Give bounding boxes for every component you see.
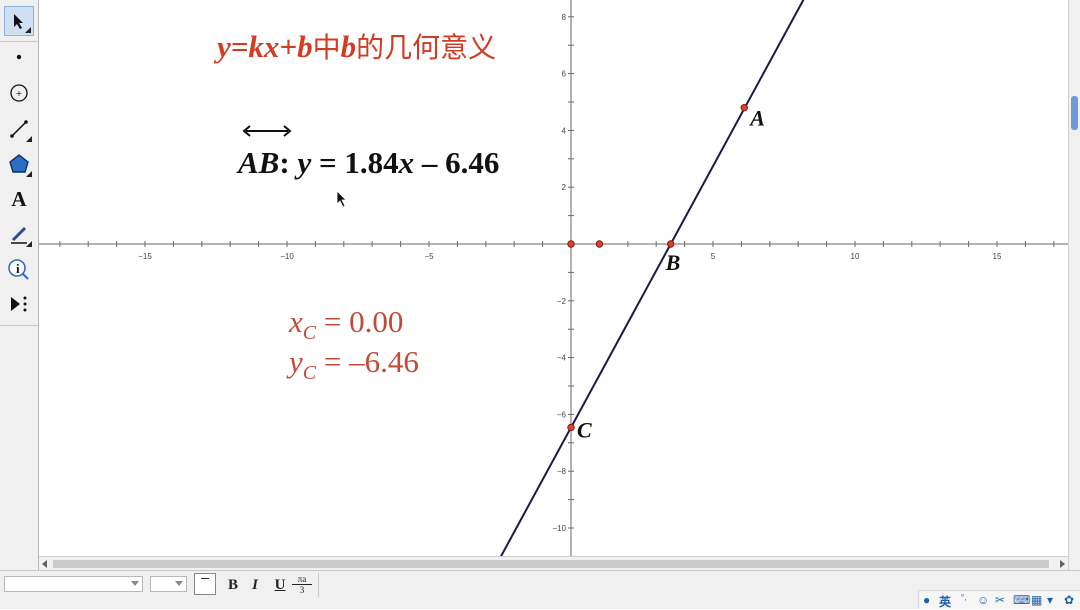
smile-icon[interactable]: ☺ [977,593,989,607]
point [567,240,575,248]
point-tool[interactable] [4,42,34,72]
line-equation[interactable]: AB : y = 1.84x – 6.46 [238,125,499,181]
mouse-cursor-icon [336,190,347,208]
scroll-left-icon[interactable] [42,560,47,568]
point-label-c: C [577,417,592,442]
polygon-tool[interactable] [4,149,34,179]
point-b [666,240,675,248]
point-c [567,423,575,432]
play-more-icon [11,296,27,312]
user-icon[interactable]: ● [923,593,930,607]
underline-button[interactable]: U [272,574,288,596]
y-tick-label: −4 [557,354,567,363]
compass-tool[interactable]: + [4,78,34,108]
y-tick-label: −8 [557,467,567,476]
moon-icon[interactable]: °, [961,593,966,602]
font-family-select[interactable] [4,576,143,592]
point-label-a: A [748,106,765,131]
line-ab [500,0,805,556]
page-title: y=kx+b中b的几何意义 [217,29,497,64]
y-tick-label: 2 [562,183,567,192]
italic-button[interactable]: I [249,574,261,596]
straightedge-tool[interactable] [4,114,34,144]
measurement-yc[interactable]: yC = –6.46 [289,344,419,385]
scroll-right-icon[interactable] [1060,560,1065,568]
point [595,240,604,248]
apps-icon[interactable]: ▦ [1031,593,1042,607]
chevron-down-icon [131,581,139,586]
circle-icon: + [10,84,28,102]
y-tick-label: 8 [562,13,567,22]
x-tick-label: −5 [424,252,434,261]
scissors-icon[interactable]: ✂ [995,593,1005,607]
text-tool[interactable]: A [4,184,34,214]
marker-tool[interactable] [4,219,34,249]
vertical-scrollbar[interactable] [1068,0,1080,570]
coordinate-plane: −15 −10 −5 5 10 158642−2−4−6−8−10ABC [39,0,1068,556]
text-color-button[interactable] [194,573,216,595]
x-tick-label: 10 [851,252,860,261]
tool-palette: + A i [0,0,39,570]
shirt-icon[interactable]: ▾ [1047,593,1053,607]
information-tool[interactable]: i [4,254,34,284]
font-size-select[interactable] [150,576,187,592]
y-tick-label: −6 [557,410,567,419]
custom-tool[interactable] [4,289,34,319]
y-tick-label: 4 [562,126,567,135]
horizontal-scrollbar[interactable] [39,556,1068,571]
line-overarrow-icon [242,125,292,137]
keyboard-icon[interactable]: ⌨ [1013,593,1030,607]
select-arrow-tool[interactable] [4,6,34,36]
y-tick-label: 6 [562,70,567,79]
sketch-canvas[interactable]: −15 −10 −5 5 10 15 8 6 4 2 −2 −4 −6 −8 −10 A B C y=kx+b中b… [39,0,1068,556]
x-tick-label: 15 [993,252,1002,261]
scroll-thumb[interactable] [1071,96,1078,130]
point-label-b: B [665,250,681,275]
measurement-xc[interactable]: xC = 0.00 [289,304,403,345]
line-ab-label: AB [238,125,292,181]
chevron-down-icon [175,581,183,586]
point-a [740,103,748,112]
x-tick-label: −10 [280,252,294,261]
x-tick-label: 5 [711,252,716,261]
ime-language-label[interactable]: 英 [939,593,951,610]
math-format-button[interactable]: πa 3 [292,574,312,598]
gear-icon[interactable]: ✿ [1064,593,1074,607]
x-tick-label: −15 [138,252,152,261]
scroll-thumb[interactable] [53,560,1049,568]
point-icon [16,54,22,60]
text-a-icon: A [11,186,27,211]
ime-tray: ● 英 °, ☺ ✂ ⌨ ▦ ▾ ✿ [918,590,1080,609]
svg-text:+: + [16,89,23,98]
bold-button[interactable]: B [225,574,241,596]
y-tick-label: −2 [557,297,567,306]
y-tick-label: −10 [552,524,566,533]
